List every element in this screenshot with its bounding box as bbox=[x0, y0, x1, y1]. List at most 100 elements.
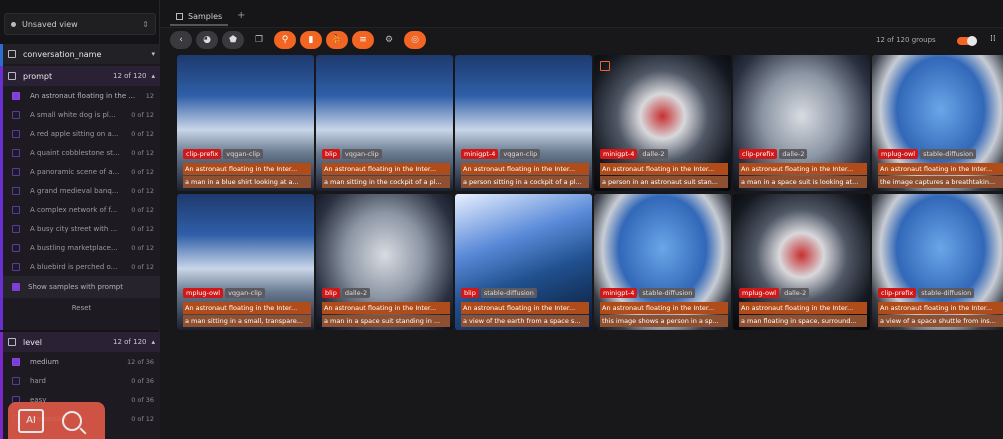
chevron-up-icon[interactable]: ▴ bbox=[151, 338, 155, 346]
value-checkbox[interactable] bbox=[12, 205, 20, 214]
field-count: 12 of 120 bbox=[113, 72, 147, 80]
caption-label: a view of the earth from a space s... bbox=[461, 315, 589, 327]
sample-card[interactable]: minigpt-4 dalle-2 An astronaut floating in… bbox=[594, 55, 731, 191]
filter-value-row[interactable]: A bustling marketplace... 0 of 12 bbox=[3, 238, 160, 257]
grid-icon bbox=[176, 12, 183, 20]
embedding-button[interactable]: ◎ bbox=[404, 31, 426, 49]
show-samples-checkbox[interactable] bbox=[12, 283, 20, 291]
filter-value-row[interactable]: A red apple sitting on a... 0 of 12 bbox=[3, 124, 160, 143]
tag-button[interactable]: ⬟ bbox=[222, 31, 244, 49]
color-palette-button[interactable]: ◕ bbox=[196, 31, 218, 49]
search-button[interactable]: ⚲ bbox=[274, 31, 296, 49]
select-checkbox[interactable] bbox=[600, 61, 610, 71]
add-panel-button[interactable]: + bbox=[237, 10, 245, 21]
value-checkbox[interactable] bbox=[12, 357, 20, 366]
field-header-level[interactable]: level 12 of 120 ▴ bbox=[3, 332, 160, 352]
group-toggle[interactable] bbox=[957, 36, 977, 46]
layers-button[interactable]: ❐ bbox=[248, 31, 270, 49]
filter-value-row[interactable]: medium 12 of 36 bbox=[3, 352, 160, 371]
sample-card[interactable]: clip-prefix stable-diffusion An astronaut … bbox=[872, 194, 1003, 330]
caption-label: a person sitting in a cockpit of a pl... bbox=[461, 176, 589, 188]
settings-gear-icon[interactable]: ⚙ bbox=[378, 31, 400, 49]
filter-value-row[interactable]: A quaint cobblestone st... 0 of 12 bbox=[3, 143, 160, 162]
view-selector[interactable]: Unsaved view ⇕ bbox=[4, 13, 156, 35]
generator-tag: dalle-2 bbox=[779, 149, 808, 159]
model-tag: mplug-owl bbox=[878, 149, 919, 159]
value-label: A complex network of f... bbox=[30, 205, 118, 214]
prompt-label: An astronaut floating in the Inter... bbox=[878, 163, 1003, 175]
generator-tag: stable-diffusion bbox=[639, 288, 696, 298]
value-checkbox[interactable] bbox=[12, 167, 20, 176]
search-icon bbox=[62, 410, 82, 431]
filter-value-row[interactable]: hard 0 of 36 bbox=[3, 371, 160, 390]
reset-button[interactable]: Reset bbox=[3, 298, 160, 318]
filter-value-row[interactable]: A complex network of f... 0 of 12 bbox=[3, 200, 160, 219]
field-header-prompt[interactable]: prompt 12 of 120 ▴ bbox=[3, 66, 160, 86]
value-label: A red apple sitting on a... bbox=[30, 129, 119, 138]
tab-samples[interactable]: Samples bbox=[170, 8, 229, 26]
prompt-label: An astronaut floating in the Inter... bbox=[600, 302, 728, 314]
sample-card[interactable]: blip vqgan-clip An astronaut floating in t… bbox=[316, 55, 453, 191]
sample-card[interactable]: mplug-owl vqgan-clip An astronaut floating… bbox=[177, 194, 314, 330]
value-checkbox[interactable] bbox=[12, 243, 20, 252]
sample-card[interactable]: mplug-owl stable-diffusion An astronaut fl… bbox=[872, 55, 1003, 191]
generator-tag: vqgan-clip bbox=[225, 288, 265, 298]
chevron-up-icon[interactable]: ▴ bbox=[151, 72, 155, 80]
caption-label: this image shows a person in a sp... bbox=[600, 315, 728, 327]
value-checkbox[interactable] bbox=[12, 376, 20, 385]
prompt-label: An astronaut floating in the Inter... bbox=[461, 163, 589, 175]
list-button[interactable]: ≡ bbox=[352, 31, 374, 49]
filter-value-row[interactable]: A busy city street with ... 0 of 12 bbox=[3, 219, 160, 238]
view-label: Unsaved view bbox=[22, 19, 78, 29]
sample-tags: minigpt-4 vqgan-clip bbox=[461, 149, 541, 159]
field-checkbox[interactable] bbox=[8, 50, 16, 58]
ai-search-badge[interactable]: AI bbox=[8, 402, 105, 439]
sample-tags: blip vqgan-clip bbox=[322, 149, 382, 159]
value-count: 0 of 12 bbox=[131, 129, 154, 138]
value-count: 0 of 12 bbox=[131, 224, 154, 233]
sample-card[interactable]: clip-prefix vqgan-clip An astronaut floati… bbox=[177, 55, 314, 191]
value-count: 0 of 12 bbox=[131, 167, 154, 176]
value-count: 0 of 12 bbox=[131, 148, 154, 157]
sample-card[interactable]: blip stable-diffusion An astronaut floatin… bbox=[455, 194, 592, 330]
field-checkbox[interactable] bbox=[8, 338, 16, 346]
caption-label: a view of a space shuttle from ins... bbox=[878, 315, 1003, 327]
model-tag: mplug-owl bbox=[183, 288, 224, 298]
show-samples-label: Show samples with prompt bbox=[28, 283, 123, 291]
sample-tags: mplug-owl dalle-2 bbox=[739, 288, 810, 298]
sample-card[interactable]: blip dalle-2 An astronaut floating in the … bbox=[316, 194, 453, 330]
prompt-label: An astronaut floating in the Inter... bbox=[183, 163, 311, 175]
chevron-down-icon[interactable]: ▾ bbox=[151, 50, 155, 58]
value-checkbox[interactable] bbox=[12, 224, 20, 233]
filter-value-row[interactable]: A small white dog is pl... 0 of 12 bbox=[3, 105, 160, 124]
grid-view-icon[interactable]: ⁞⁞ bbox=[990, 34, 1000, 44]
sample-card[interactable]: minigpt-4 vqgan-clip An astronaut floating… bbox=[455, 55, 592, 191]
sidebar: Unsaved view ⇕ conversation_name ▾ promp… bbox=[0, 0, 160, 439]
sample-card[interactable]: clip-prefix dalle-2 An astronaut floating … bbox=[733, 55, 870, 191]
back-button[interactable]: ‹ bbox=[170, 31, 192, 49]
model-tag: minigpt-4 bbox=[600, 149, 638, 159]
field-checkbox[interactable] bbox=[8, 72, 16, 80]
value-checkbox[interactable] bbox=[12, 129, 20, 138]
value-checkbox[interactable] bbox=[12, 262, 20, 271]
value-checkbox[interactable] bbox=[12, 186, 20, 195]
model-tag: minigpt-4 bbox=[600, 288, 638, 298]
sample-card[interactable]: mplug-owl dalle-2 An astronaut floating in… bbox=[733, 194, 870, 330]
filter-value-row[interactable]: A bluebird is perched o... 0 of 12 bbox=[3, 257, 160, 276]
person-button[interactable]: ⛹ bbox=[326, 31, 348, 49]
show-samples-toggle[interactable]: Show samples with prompt bbox=[3, 276, 160, 298]
filter-value-row[interactable]: An astronaut floating in the ... 12 bbox=[3, 86, 160, 105]
bookmark-button[interactable]: ▮ bbox=[300, 31, 322, 49]
value-checkbox[interactable] bbox=[12, 110, 20, 119]
caption-label: a man in a space suit standing in ... bbox=[322, 315, 450, 327]
filter-value-row[interactable]: A panoramic scene of a... 0 of 12 bbox=[3, 162, 160, 181]
value-label: An astronaut floating in the ... bbox=[30, 91, 136, 100]
field-name: level bbox=[23, 337, 43, 347]
value-checkbox[interactable] bbox=[12, 148, 20, 157]
value-checkbox[interactable] bbox=[12, 91, 20, 100]
sample-card[interactable]: minigpt-4 stable-diffusion An astronaut fl… bbox=[594, 194, 731, 330]
model-tag: clip-prefix bbox=[739, 149, 778, 159]
filter-value-row[interactable]: A grand medieval banq... 0 of 12 bbox=[3, 181, 160, 200]
value-count: 0 of 12 bbox=[131, 243, 154, 252]
field-header-conversation[interactable]: conversation_name ▾ bbox=[3, 44, 160, 64]
